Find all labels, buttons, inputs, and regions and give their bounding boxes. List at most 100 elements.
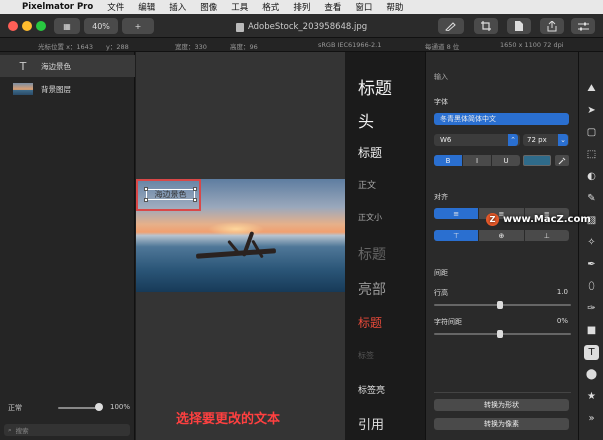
app-menu[interactable]: Pixelmator Pro [22,2,93,12]
cursor-y: y：288 [106,43,129,51]
chevron-down-icon: ⌃ [508,134,518,146]
sliders-icon [577,22,589,30]
pen-tool-icon[interactable]: ✒ [584,257,599,272]
text-style-presets: 标题 头 标题 正文 正文小 标题 亮部 标题 标签 标签亮 引用 [345,52,425,440]
vertical-align-buttons: ⊤ ⊕ ⊥ [434,230,569,241]
layer-background[interactable]: 背景图层 [0,78,135,100]
underline-button[interactable]: U [492,155,520,166]
preset-highlight[interactable]: 亮部 [358,279,386,299]
align-bottom-icon: ⊥ [543,231,550,240]
text-color-well[interactable] [523,155,551,166]
share-icon [547,20,557,31]
convert-to-shape-button[interactable]: 转换为形状 [434,399,569,411]
preset-quote[interactable]: 引用 [358,414,384,433]
document-title: AdobeStock_203958648.jpg [236,22,367,32]
convert-to-pixels-button[interactable]: 转换为像素 [434,418,569,430]
align-left-button[interactable]: ≡ [434,208,480,219]
align-top-button[interactable]: ⊤ [434,230,480,241]
align-left-icon: ≡ [453,209,460,218]
menu-edit[interactable]: 编辑 [138,1,155,13]
preset-body[interactable]: 正文 [358,178,376,191]
preset-title[interactable]: 标题 [358,144,382,161]
minimize-window-button[interactable] [22,21,32,31]
canvas-area[interactable]: 海边景色 选择要更改的文本 [136,52,345,440]
preset-title-large[interactable]: 标题 [358,74,392,99]
font-size-value: 72 px [527,136,547,144]
line-height-slider-knob[interactable] [497,301,503,309]
layers-panel: T 海边景色 背景图层 正常 100% ⌕ 搜索 [0,52,135,440]
add-button[interactable]: + [122,18,154,34]
select-arrow-tool-icon[interactable]: ➤ [584,103,599,118]
resize-handle[interactable] [144,198,148,202]
font-family-select[interactable]: 冬青黑体简体中文 [434,113,569,125]
menu-insert[interactable]: 插入 [169,1,186,13]
adjustments-button[interactable] [571,18,595,34]
layer-search-input[interactable]: ⌕ 搜索 [4,424,130,436]
document-button[interactable] [507,18,531,34]
blend-mode-select[interactable]: 正常 [8,403,22,413]
share-button[interactable] [540,18,564,34]
layer-text[interactable]: T 海边景色 [0,55,135,77]
search-icon: ⌕ [8,425,12,434]
close-window-button[interactable] [8,21,18,31]
align-middle-button[interactable]: ⊕ [479,230,525,241]
arrange-tool-icon[interactable]: ⛰ [584,81,599,96]
selection-tool-icon[interactable]: ⬚ [584,147,599,162]
watermark-logo-icon: Z [486,213,499,226]
zoom-value: 40% [92,21,110,31]
resize-handle[interactable] [144,187,148,191]
menu-tools[interactable]: 工具 [231,1,248,13]
align-bottom-button[interactable]: ⊥ [525,230,569,241]
crop-button[interactable] [474,18,498,34]
more-tools-icon[interactable]: » [584,411,599,426]
type-tool-icon[interactable]: T [584,345,599,360]
sidebar-icon: ▦ [63,21,71,31]
bold-button[interactable]: B [434,155,463,166]
pencil-tool-icon[interactable]: ✑ [584,301,599,316]
color-adjust-tool-icon[interactable]: ◐ [584,169,599,184]
text-layer-content[interactable]: 海边景色 [155,189,187,200]
menu-window[interactable]: 窗口 [355,1,372,13]
plus-icon: + [134,21,142,31]
eyedropper-button[interactable] [555,155,569,166]
view-options-button[interactable]: ▦ [54,18,80,34]
menu-file[interactable]: 文件 [107,1,124,13]
text-layer-box[interactable]: 海边景色 [144,187,197,202]
retouch-tool-icon[interactable]: ✧ [584,235,599,250]
menu-arrange[interactable]: 排列 [293,1,310,13]
italic-button[interactable]: I [463,155,492,166]
preset-title-muted[interactable]: 标题 [358,244,386,264]
font-weight-select[interactable]: W6 ⌃ [434,134,520,146]
font-section-label[interactable]: 字体 [434,97,448,107]
color-profile: sRGB IEC61966-2.1 [318,41,382,49]
menu-view[interactable]: 查看 [324,1,341,13]
watermark: Z www.MacZ.com [486,213,591,226]
line-height-label: 行高 [434,289,448,297]
preset-label[interactable]: 标签 [358,350,374,361]
resize-handle[interactable] [193,187,197,191]
opacity-slider-knob[interactable] [95,403,103,411]
preset-headline[interactable]: 头 [358,108,374,132]
effects-tool-icon[interactable]: ★ [584,389,599,404]
resize-handle[interactable] [193,198,197,202]
align-top-icon: ⊤ [453,231,460,240]
preset-body-small[interactable]: 正文小 [358,212,382,223]
crop-tool-icon[interactable]: ▢ [584,125,599,140]
eraser-tool-icon[interactable]: ⬯ [584,279,599,294]
layer-thumbnail [13,83,33,95]
search-placeholder: 搜索 [15,427,29,435]
font-size-field[interactable]: 72 px ⌄ [523,134,569,146]
format-brush-button[interactable] [438,18,464,34]
zoom-window-button[interactable] [36,21,46,31]
zoom-select[interactable]: 40% [84,18,118,34]
menu-image[interactable]: 图像 [200,1,217,13]
brush-tool-icon[interactable]: ✎ [584,191,599,206]
menu-format[interactable]: 格式 [262,1,279,13]
menu-help[interactable]: 帮助 [386,1,403,13]
cursor-x: 光标位置 x：1643 [38,43,93,51]
preset-label-bright[interactable]: 标签亮 [358,383,385,396]
preset-title-red[interactable]: 标题 [358,314,382,331]
style-tool-icon[interactable]: ⬤ [584,367,599,382]
shape-tool-icon[interactable]: ■ [584,323,599,338]
letter-spacing-slider-knob[interactable] [497,330,503,338]
